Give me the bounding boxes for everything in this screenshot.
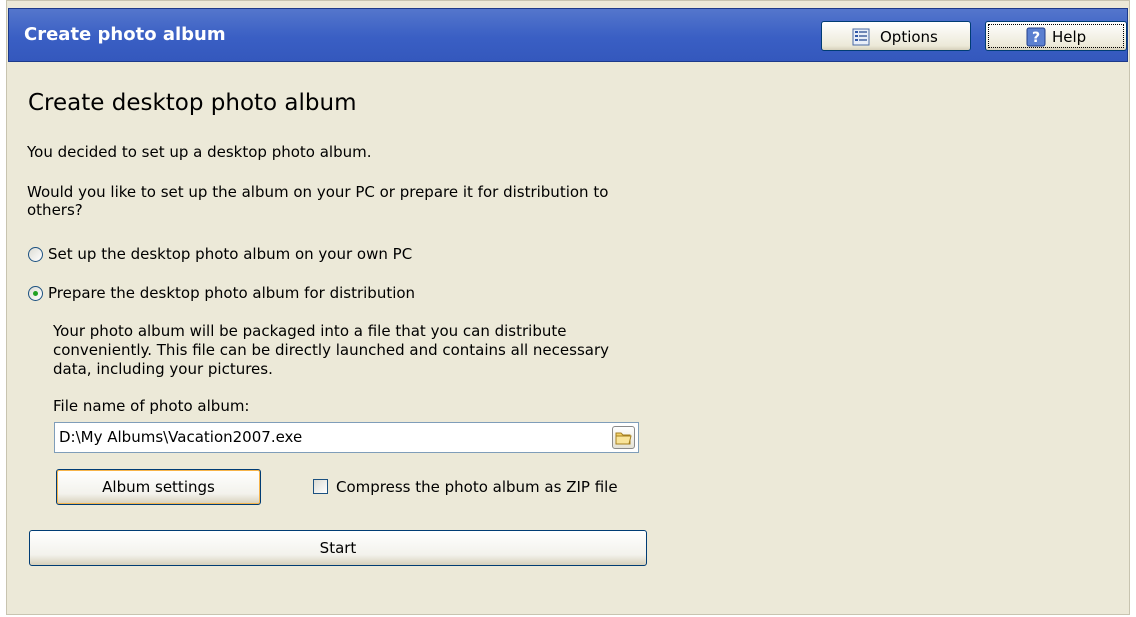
title-bar: Create photo album Options ? Help (8, 8, 1128, 62)
help-question-icon: ? (1026, 27, 1046, 47)
intro-text: You decided to set up a desktop photo al… (27, 143, 372, 161)
description-line1: Your photo album will be packaged into a… (53, 322, 567, 340)
album-settings-button[interactable]: Album settings (56, 469, 261, 505)
page-heading: Create desktop photo album (28, 90, 357, 116)
radio-own-pc[interactable] (28, 247, 43, 262)
browse-button[interactable] (612, 426, 635, 449)
help-label: Help (1052, 28, 1087, 46)
compress-zip-checkbox[interactable] (313, 479, 328, 494)
filename-value[interactable]: D:\My Albums\Vacation2007.exe (59, 428, 302, 446)
start-button[interactable]: Start (29, 530, 647, 566)
question-text-line1: Would you like to set up the album on yo… (27, 183, 609, 201)
window-title: Create photo album (24, 24, 226, 45)
description-line3: data, including your pictures. (53, 360, 273, 378)
radio-distribution-label[interactable]: Prepare the desktop photo album for dist… (48, 283, 415, 303)
options-label: Options (880, 28, 938, 46)
options-button[interactable]: Options (821, 21, 971, 51)
question-text-line2: others? (27, 201, 83, 219)
radio-selected-dot (33, 291, 38, 296)
compress-zip-label[interactable]: Compress the photo album as ZIP file (336, 477, 618, 497)
filename-label: File name of photo album: (53, 397, 250, 415)
radio-own-pc-label[interactable]: Set up the desktop photo album on your o… (48, 244, 412, 264)
description-line2: conveniently. This file can be directly … (53, 341, 609, 359)
filename-input[interactable]: D:\My Albums\Vacation2007.exe (54, 422, 639, 453)
svg-text:?: ? (1032, 30, 1040, 46)
options-list-icon (852, 28, 870, 46)
radio-distribution[interactable] (28, 286, 43, 301)
folder-open-icon (615, 432, 632, 445)
help-button[interactable]: ? Help (985, 21, 1127, 51)
